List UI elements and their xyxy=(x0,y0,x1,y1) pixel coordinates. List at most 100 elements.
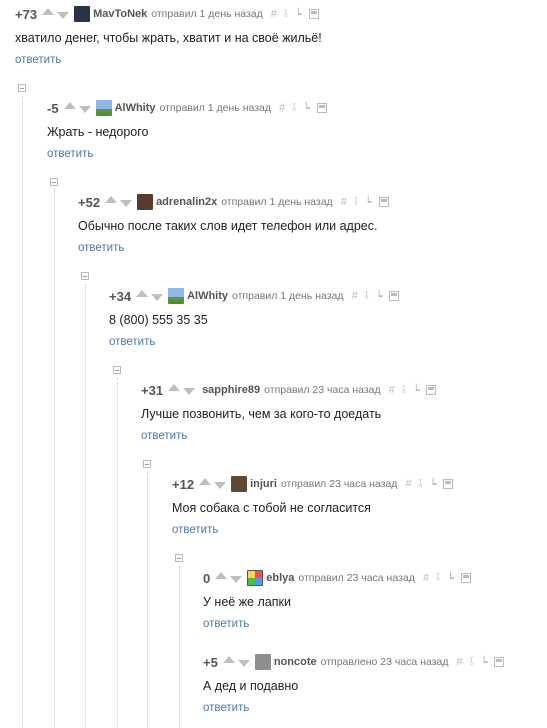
collapse-toggle[interactable] xyxy=(18,84,26,92)
reply-link[interactable]: ответить xyxy=(47,148,93,160)
comment-header: -5 AlWhity отправил 1 день назад # ⫱ ┕ xyxy=(47,99,327,117)
save-icon[interactable] xyxy=(494,657,505,667)
tree-icon[interactable]: ┕ xyxy=(481,656,488,669)
save-icon[interactable] xyxy=(308,9,319,19)
hash-icon[interactable]: # xyxy=(271,8,277,20)
reply-link[interactable]: ответить xyxy=(203,702,249,714)
downvote-icon[interactable] xyxy=(120,199,133,207)
avatar[interactable] xyxy=(95,100,112,116)
hash-icon[interactable]: # xyxy=(279,102,285,114)
tree-icon[interactable]: ┕ xyxy=(376,290,383,303)
downvote-icon[interactable] xyxy=(230,575,243,583)
comment-tools: # ⫱ ┕ xyxy=(456,656,505,669)
reply-link[interactable]: ответить xyxy=(203,618,249,630)
downvote-icon[interactable] xyxy=(183,387,196,395)
pin-icon[interactable]: ⫱ xyxy=(284,8,288,21)
reply-link[interactable]: ответить xyxy=(141,430,187,442)
pin-icon[interactable]: ⫱ xyxy=(292,102,296,115)
comment-rating: -5 xyxy=(47,100,59,116)
tree-icon[interactable]: ┕ xyxy=(413,384,420,397)
save-icon[interactable] xyxy=(443,479,454,489)
vote-buttons xyxy=(168,383,196,395)
comment-author[interactable]: injuri xyxy=(250,478,277,490)
vote-buttons xyxy=(105,195,133,207)
avatar[interactable] xyxy=(231,476,248,492)
avatar[interactable] xyxy=(137,194,154,210)
tree-icon[interactable]: ┕ xyxy=(295,8,302,21)
upvote-icon[interactable] xyxy=(199,477,212,485)
pin-icon[interactable]: ⫱ xyxy=(436,572,440,585)
comment-tools: # ⫱ ┕ xyxy=(389,384,437,397)
vote-buttons xyxy=(199,477,227,489)
comment-author[interactable]: noncote xyxy=(274,656,317,668)
hash-icon[interactable]: # xyxy=(389,384,395,396)
downvote-icon[interactable] xyxy=(237,659,250,667)
avatar[interactable] xyxy=(254,654,271,670)
hash-icon[interactable]: # xyxy=(352,290,358,302)
save-icon[interactable] xyxy=(316,103,327,113)
tree-icon[interactable]: ┕ xyxy=(447,572,454,585)
comment-author[interactable]: AlWhity xyxy=(187,290,228,302)
collapse-toggle[interactable] xyxy=(113,366,121,374)
collapse-toggle[interactable] xyxy=(175,554,183,562)
pin-icon[interactable]: ⫱ xyxy=(402,384,406,397)
comment-author[interactable]: AlWhity xyxy=(115,102,156,114)
hash-icon[interactable]: # xyxy=(405,478,411,490)
comment-rating: +34 xyxy=(109,288,132,304)
avatar[interactable] xyxy=(168,288,185,304)
comment-header: 0 eblya отправил 23 часа назад # ⫱ ┕ xyxy=(203,569,471,587)
comment-author[interactable]: adrenalin2x xyxy=(156,196,217,208)
thread-line xyxy=(54,190,55,728)
avatar[interactable] xyxy=(247,570,264,586)
comment-time: отправил 23 часа назад xyxy=(298,572,415,584)
hash-icon[interactable]: # xyxy=(341,196,347,208)
thread-line xyxy=(117,378,118,728)
upvote-icon[interactable] xyxy=(63,101,76,109)
downvote-icon[interactable] xyxy=(151,293,164,301)
comment-tools: # ⫱ ┕ xyxy=(352,290,400,303)
save-icon[interactable] xyxy=(378,197,389,207)
downvote-icon[interactable] xyxy=(57,11,70,19)
tree-icon[interactable]: ┕ xyxy=(430,478,437,491)
comment-text: У неё же лапки xyxy=(203,595,291,609)
upvote-icon[interactable] xyxy=(222,655,235,663)
comment-text: 8 (800) 555 35 35 xyxy=(109,313,208,327)
pin-icon[interactable]: ⫱ xyxy=(354,196,358,209)
vote-buttons xyxy=(42,7,70,19)
save-icon[interactable] xyxy=(460,573,471,583)
downvote-icon[interactable] xyxy=(214,481,227,489)
collapse-toggle[interactable] xyxy=(143,460,151,468)
pin-icon[interactable]: ⫱ xyxy=(365,290,369,303)
upvote-icon[interactable] xyxy=(136,289,149,297)
comment-author[interactable]: sapphire89 xyxy=(202,384,260,396)
reply-link[interactable]: ответить xyxy=(78,242,124,254)
downvote-icon[interactable] xyxy=(78,105,91,113)
hash-icon[interactable]: # xyxy=(423,572,429,584)
tree-icon[interactable]: ┕ xyxy=(365,196,372,209)
comment-author[interactable]: eblya xyxy=(266,572,294,584)
comment-rating: +52 xyxy=(78,194,101,210)
comment-time: отправил 1 день назад xyxy=(232,290,344,302)
upvote-icon[interactable] xyxy=(215,571,228,579)
reply-link[interactable]: ответить xyxy=(172,524,218,536)
upvote-icon[interactable] xyxy=(168,383,181,391)
comment-rating: 0 xyxy=(203,570,211,586)
comment-author[interactable]: MavToNek xyxy=(93,8,147,20)
reply-link[interactable]: ответить xyxy=(15,54,61,66)
comment-rating: +31 xyxy=(141,382,164,398)
reply-link[interactable]: ответить xyxy=(109,336,155,348)
upvote-icon[interactable] xyxy=(105,195,118,203)
thread-line xyxy=(147,472,148,728)
pin-icon[interactable]: ⫱ xyxy=(419,478,423,491)
collapse-toggle[interactable] xyxy=(81,272,89,280)
save-icon[interactable] xyxy=(389,291,400,301)
collapse-toggle[interactable] xyxy=(50,178,58,186)
tree-icon[interactable]: ┕ xyxy=(303,102,310,115)
avatar[interactable] xyxy=(74,6,91,22)
comment-tools: # ⫱ ┕ xyxy=(279,102,327,115)
pin-icon[interactable]: ⫱ xyxy=(470,656,474,669)
comment-tools: # ⫱ ┕ xyxy=(423,572,471,585)
upvote-icon[interactable] xyxy=(42,7,55,15)
hash-icon[interactable]: # xyxy=(456,656,462,668)
save-icon[interactable] xyxy=(426,385,437,395)
